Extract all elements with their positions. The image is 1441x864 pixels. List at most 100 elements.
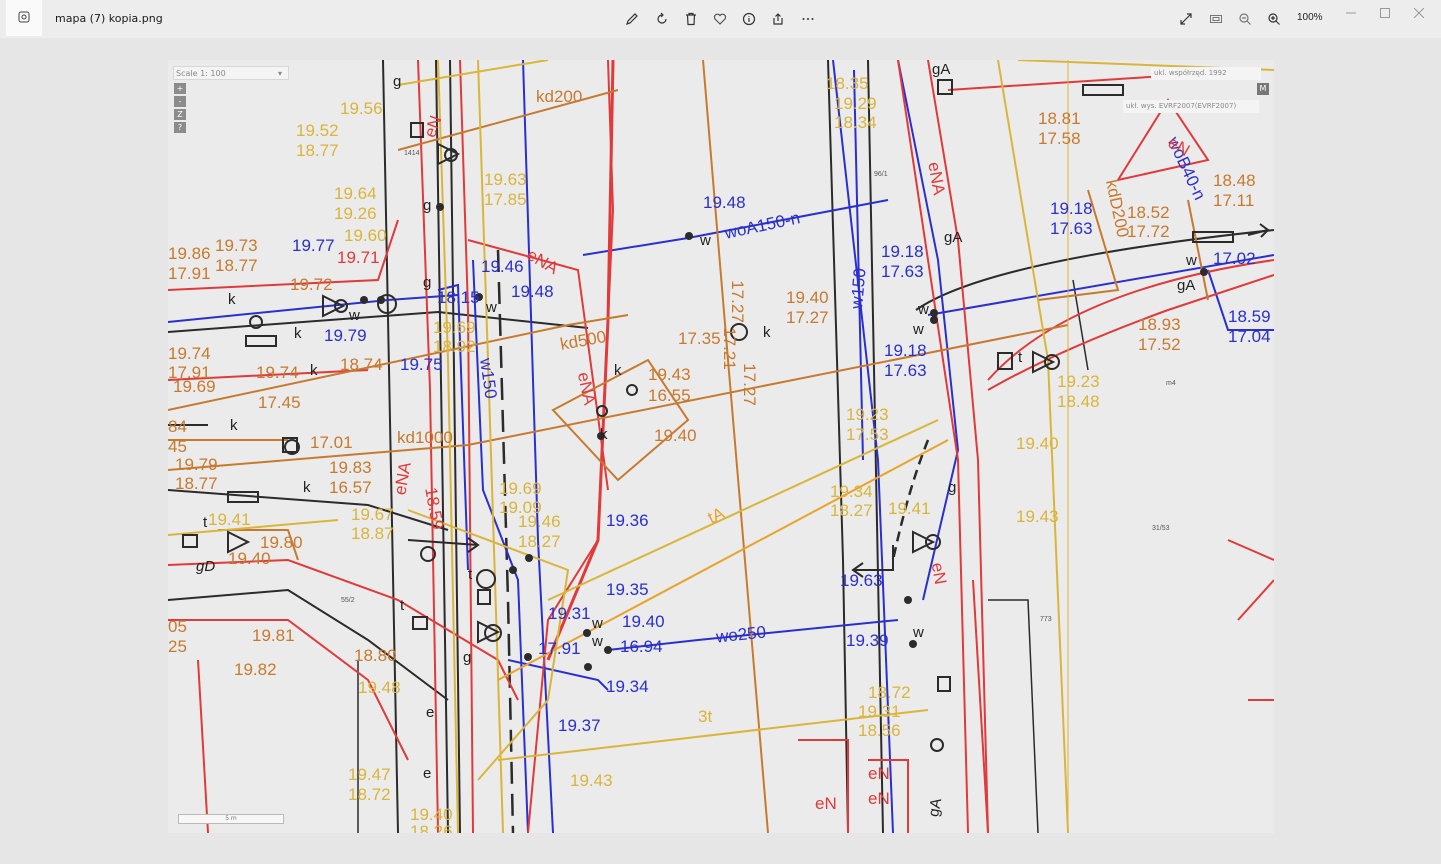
map-label: 19.69 [173,377,216,396]
more-icon[interactable] [798,9,818,29]
map-label: w [700,232,711,249]
map-label: k [310,362,318,379]
map-label: 19.86 [168,244,211,263]
map-label: w [592,615,603,632]
map-label: 18.72 [348,785,391,804]
app-icon-box[interactable] [6,0,42,36]
map-label: 19.29 [834,94,877,113]
zoom-level[interactable]: 100% [1297,12,1323,23]
map-label: t [468,566,473,583]
map-label: 19.69 [499,479,542,498]
map-label: t [203,514,208,531]
minimize-button[interactable] [1340,6,1362,20]
zoom-out-icon[interactable] [1235,9,1255,29]
map-label: 17.91 [168,264,211,283]
map-label: k [600,426,608,443]
map-label: 05 [168,617,187,636]
map-m-button[interactable]: M [1257,83,1269,95]
map-label: 84 [168,417,187,436]
map-label: k [763,324,771,341]
favorite-icon[interactable] [710,9,730,29]
map-label: 17.91 [538,639,581,658]
map-label: kd1000 [397,428,453,447]
map-label: 17.27 [739,363,759,406]
map-label: 19.35 [606,580,649,599]
map-label: 18.48 [1057,392,1100,411]
map-label: eN [815,794,837,813]
map-label: w [1186,252,1197,269]
close-button[interactable] [1408,6,1430,20]
map-label: 19.79 [175,455,218,474]
map-label: 19.40 [228,549,271,568]
help-button[interactable]: ? [174,122,186,133]
map-label: 19.41 [208,510,251,529]
map-label: 19.46 [518,512,561,531]
map-label: 19.43 [1016,507,1059,526]
map-label: 19.39 [846,631,889,650]
map-label: 17.63 [881,262,924,281]
map-label: 19.34 [830,482,873,501]
map-label: 19.18 [1050,199,1093,218]
map-label: gA [925,796,946,819]
map-label: w [918,301,929,318]
map-label: 18.15 [437,288,480,307]
parcel-number: 1414 [404,150,420,157]
zoom-in-icon[interactable] [1264,9,1284,29]
map-label: 18.48 [1213,171,1256,190]
map-label: 19.34 [606,677,649,696]
map-label: 19.48 [703,193,746,212]
rotate-icon[interactable] [652,9,672,29]
share-icon[interactable] [768,9,788,29]
map-label: 19.18 [884,341,927,360]
map-label: w [913,624,924,641]
map-label: 19.63 [484,170,527,189]
photo-viewer-window: mapa (7) kopia.png 100% ▾ Scale 1: 100 +… [0,0,1441,864]
map-label: 18.77 [215,256,258,275]
parcel-number: 31/53 [1152,525,1170,532]
map-label: 19.48 [511,282,554,301]
map-label: 16.57 [329,478,372,497]
map-label: 17.72 [1127,222,1170,241]
map-label: 25 [168,637,187,656]
map-label: 18.35 [826,74,869,93]
map-label: 18.72 [868,683,911,702]
map-label: eN [868,764,890,783]
map-label: 17.63 [884,361,927,380]
map-label: w150 [847,267,870,310]
maximize-button[interactable] [1374,6,1396,20]
map-label: k [303,479,311,496]
map-label: 18.52 [1127,203,1170,222]
map-label: 19.31 [548,604,591,623]
fullscreen-icon[interactable] [1176,9,1196,29]
delete-icon[interactable] [681,9,701,29]
map-label: 19.40 [786,288,829,307]
map-label: 17.52 [1138,335,1181,354]
zoom-in-map-button[interactable]: + [174,83,186,94]
map-label: 19.36 [606,511,649,530]
map-label: eN [868,789,890,808]
map-label: 3t [698,707,713,726]
map-label: 19.40 [654,426,697,445]
map-label: 16.55 [648,386,691,405]
map-label: 19.72 [290,275,333,294]
map-label: t [1018,349,1023,366]
map-image[interactable]: ▾ Scale 1: 100 + - Z ? ukl. współrzęd. 19… [168,60,1274,833]
zoom-out-map-button[interactable]: - [174,96,186,107]
zoom-extent-button[interactable]: Z [174,109,186,120]
parcel-number: 773 [1040,616,1052,623]
map-label: t [400,597,405,614]
map-label: 19.40 [410,805,453,824]
map-label: 19.52 [296,121,339,140]
map-label: 19.48 [358,678,401,697]
edit-icon[interactable] [622,9,642,29]
scale-selector[interactable]: ▾ Scale 1: 100 [173,66,289,80]
map-label: 18.80 [354,646,397,665]
map-label: 18.26 [410,822,453,833]
info-icon[interactable] [739,9,759,29]
map-label: 18.56 [858,721,901,740]
map-label: 19.81 [252,626,295,645]
fit-icon[interactable] [1206,9,1226,29]
window-title: mapa (7) kopia.png [55,12,163,25]
scale-bar: 5 m [178,814,284,824]
map-label: 17.04 [1228,327,1271,346]
